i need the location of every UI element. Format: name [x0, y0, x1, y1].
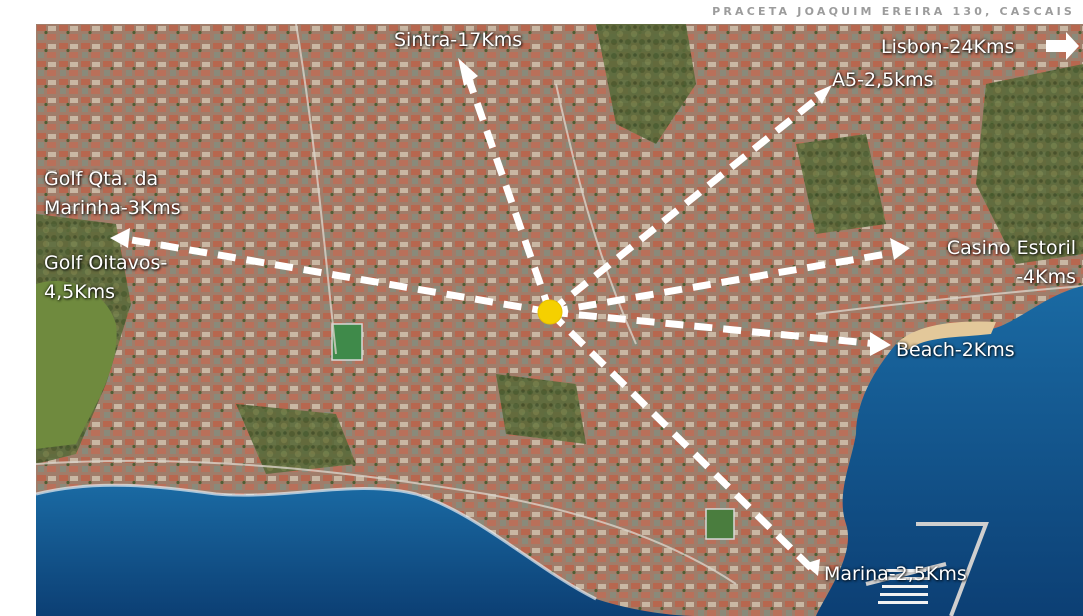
- address-title: PRACETA JOAQUIM EREIRA 130, CASCAIS: [712, 5, 1075, 18]
- label-lisbon: Lisbon-24Kms: [881, 36, 1015, 58]
- property-location-marker[interactable]: [537, 299, 563, 325]
- label-sintra: Sintra-17Kms: [394, 29, 523, 51]
- header-bar: PRACETA JOAQUIM EREIRA 130, CASCAIS: [0, 0, 1083, 24]
- label-golf-oitavos: Golf Oitavos-4,5Kms: [44, 252, 168, 303]
- satellite-map[interactable]: Sintra-17Kms Lisbon-24Kms A5-2,5kms Golf…: [36, 24, 1083, 616]
- label-golf-marinha: Golf Qta. da Marinha-3Kms: [44, 168, 181, 219]
- label-marina: Marina-2,5Kms: [824, 563, 967, 585]
- label-beach: Beach-2Kms: [896, 339, 1015, 361]
- map-canvas: [36, 24, 1083, 616]
- sports-field: [331, 323, 363, 361]
- sports-field-south: [705, 508, 735, 540]
- label-a5: A5-2,5kms: [832, 69, 934, 91]
- label-casino: Casino Estoril -4Kms: [946, 237, 1076, 288]
